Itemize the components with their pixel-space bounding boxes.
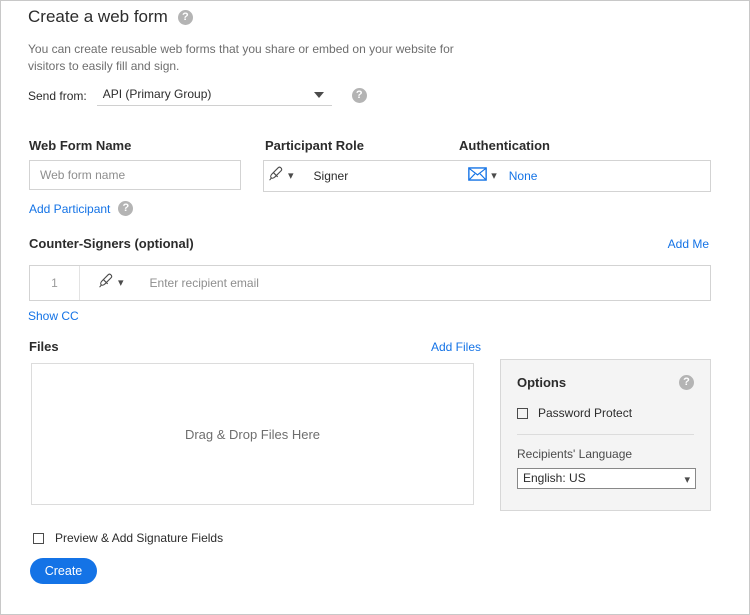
participant-role-picker[interactable]: ▾ [264, 165, 298, 187]
preview-signature-fields-row[interactable]: Preview & Add Signature Fields [33, 531, 223, 545]
options-title: Options [517, 375, 567, 390]
counter-signer-row: 1 ▾ Enter recipient email [29, 265, 711, 301]
chevron-down-icon: ▾ [288, 169, 294, 182]
web-form-name-input[interactable]: Web form name [29, 160, 241, 190]
send-from-row: Send from: API (Primary Group) ? [28, 85, 367, 106]
options-help-icon[interactable]: ? [679, 375, 694, 390]
recipients-language-label: Recipients' Language [517, 447, 633, 461]
send-from-select[interactable]: API (Primary Group) [96, 85, 332, 106]
add-me-link[interactable]: Add Me [668, 237, 709, 251]
page-title: Create a web form [28, 7, 168, 26]
authentication-value[interactable]: None [509, 169, 538, 183]
show-cc-link[interactable]: Show CC [28, 309, 79, 323]
add-participant-link[interactable]: Add Participant [29, 202, 110, 216]
column-header-authentication: Authentication [459, 138, 550, 153]
options-divider [517, 434, 694, 435]
options-panel: Options ? Password Protect Recipients' L… [500, 359, 711, 511]
add-participant-row: Add Participant ? [29, 201, 134, 216]
recipients-language-value: English: US [523, 471, 586, 485]
send-from-value: API (Primary Group) [102, 87, 212, 101]
dropzone-text: Drag & Drop Files Here [184, 426, 321, 442]
add-participant-help-icon[interactable]: ? [118, 201, 134, 216]
preview-signature-fields-checkbox[interactable] [33, 532, 44, 544]
password-protect-label: Password Protect [538, 406, 633, 420]
files-label: Files [29, 339, 59, 354]
envelope-icon [468, 166, 488, 186]
preview-signature-fields-label: Preview & Add Signature Fields [55, 531, 224, 545]
page-title-help-icon[interactable]: ? [177, 9, 193, 25]
send-from-label: Send from: [28, 88, 87, 103]
chevron-down-icon: ▾ [118, 276, 124, 289]
participant-role-value: Signer [313, 169, 349, 183]
counter-signer-index: 1 [30, 266, 80, 300]
participant-row: ▾ Signer ▾ None [263, 160, 711, 192]
send-from-help-icon[interactable]: ? [351, 88, 367, 103]
counter-signer-role-picker[interactable]: ▾ [94, 272, 128, 294]
chevron-down-icon [313, 92, 324, 98]
add-files-link[interactable]: Add Files [431, 340, 481, 354]
column-header-web-form-name: Web Form Name [29, 138, 132, 153]
title-row: Create a web form ? [28, 7, 193, 27]
password-protect-checkbox[interactable] [517, 407, 528, 419]
chevron-down-icon: ▾ [491, 169, 497, 182]
web-form-creation-page: Create a web form ? You can create reusa… [0, 0, 750, 615]
create-button[interactable]: Create [30, 558, 97, 584]
page-description: You can create reusable web forms that y… [28, 42, 454, 73]
password-protect-checkbox-row[interactable]: Password Protect [517, 406, 694, 420]
counter-signers-label: Counter-Signers (optional) [29, 236, 194, 251]
counter-signer-email-input[interactable]: Enter recipient email [150, 276, 259, 290]
pen-signature-icon [98, 272, 115, 294]
pen-signature-icon [268, 165, 285, 187]
file-dropzone[interactable]: Drag & Drop Files Here [31, 363, 474, 505]
column-header-participant-role: Participant Role [265, 138, 364, 153]
chevron-down-icon: ▾ [684, 474, 690, 486]
recipients-language-select[interactable]: English: US ▾ [517, 468, 696, 489]
authentication-method-picker[interactable]: ▾ [468, 166, 497, 186]
